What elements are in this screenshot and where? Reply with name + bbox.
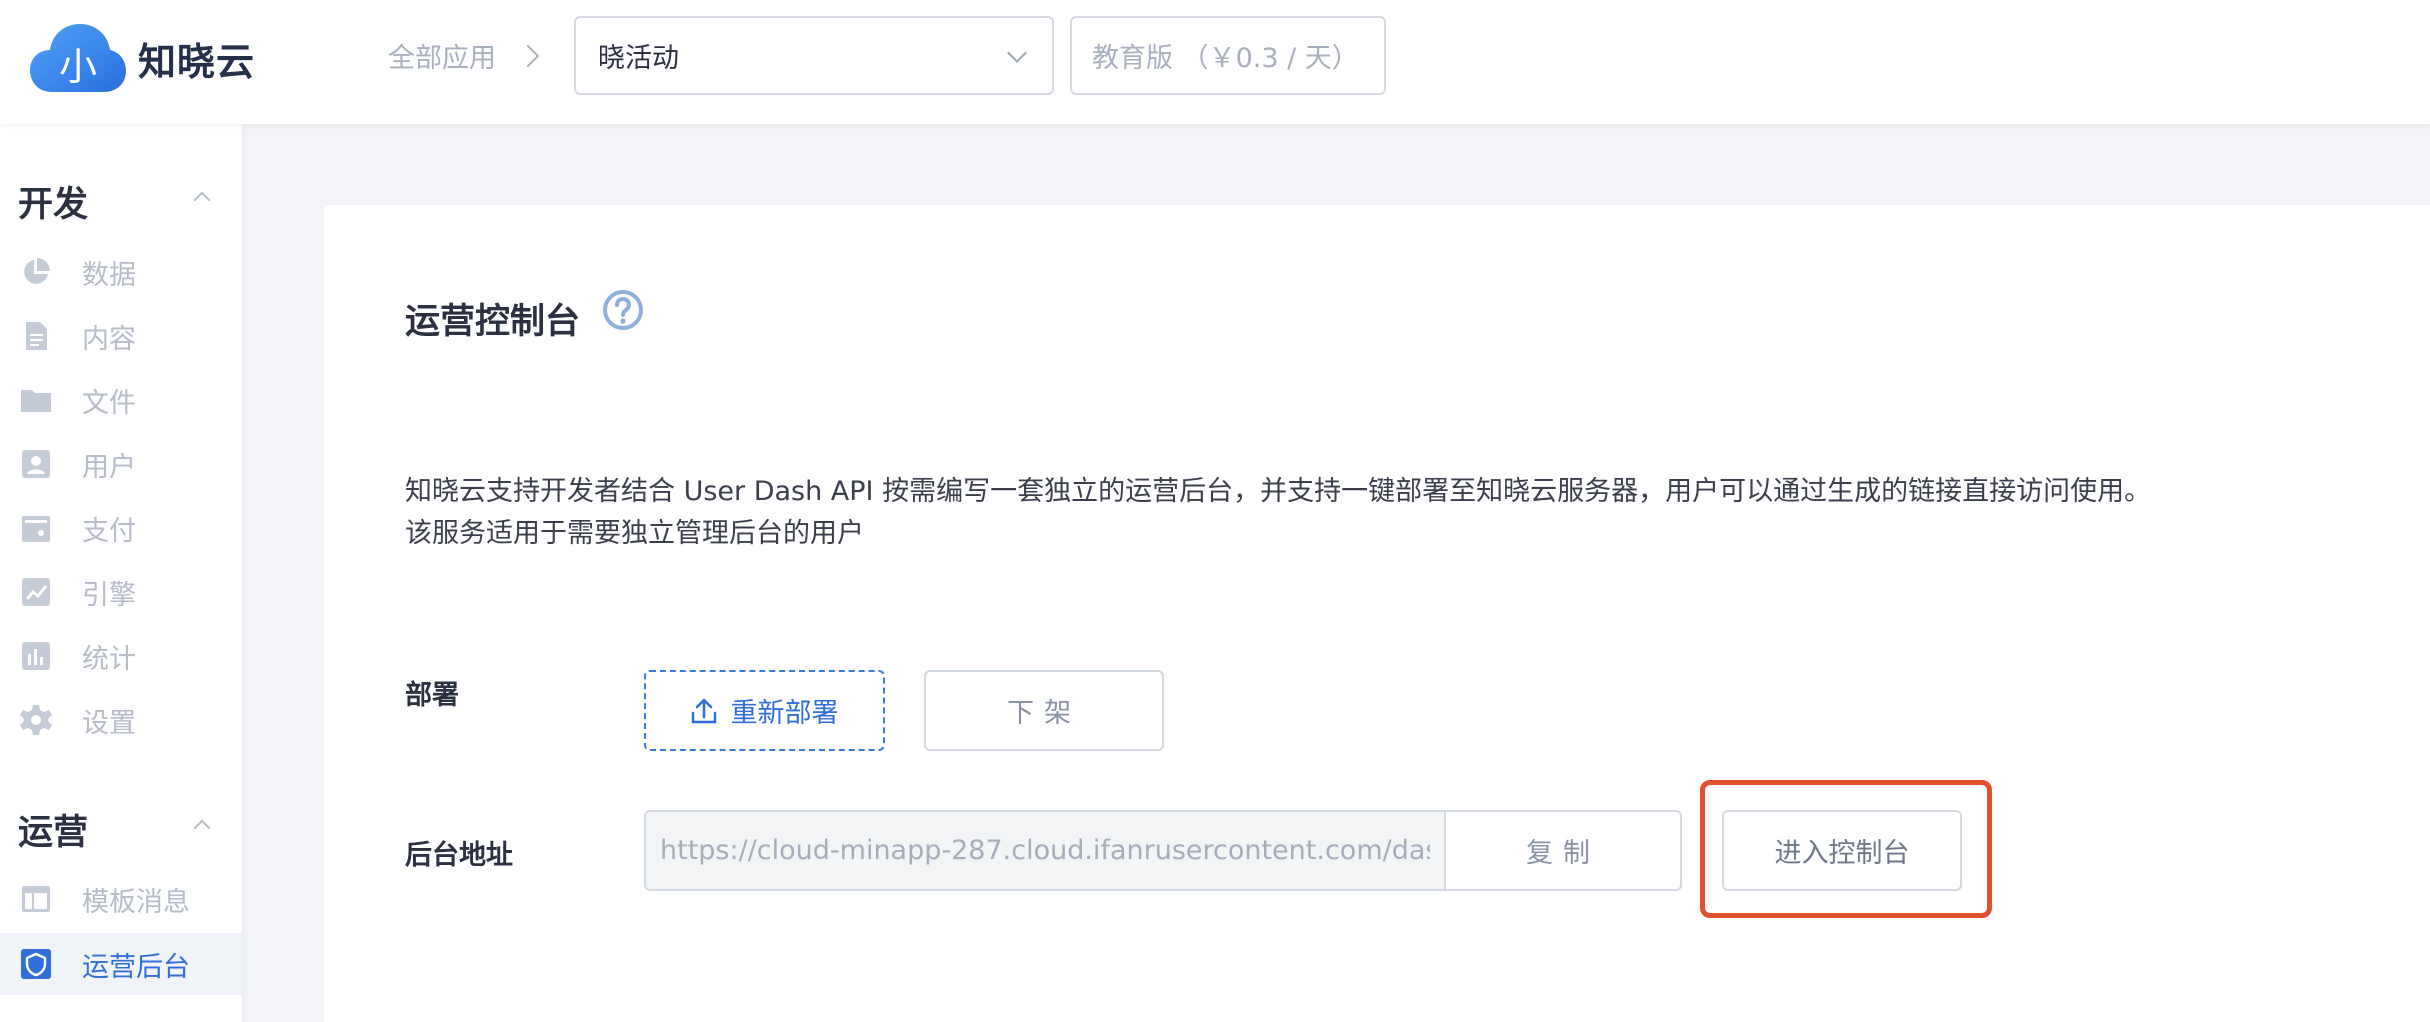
help-icon[interactable] [602,289,644,331]
sidebar-item-label: 用户 [82,451,136,483]
backend-url-group: 复制 [644,810,1682,891]
sidebar-item-engine[interactable]: 引擎 [0,561,242,623]
chevron-right-icon [516,44,540,67]
sidebar-item-label: 运营后台 [82,951,190,983]
chevron-up-icon [193,819,211,837]
copy-label: 复制 [1526,838,1600,869]
page-title: 运营控制台 [405,302,581,342]
template-icon [22,886,50,912]
user-card-icon [22,450,50,478]
sidebar-section-ops[interactable]: 运营 [18,804,211,855]
enter-console-label: 进入控制台 [1774,838,1910,869]
chevron-up-icon [193,191,211,209]
sidebar-item-label: 设置 [82,707,136,739]
app-select[interactable]: 晓活动 [574,16,1054,95]
folder-icon [21,390,51,412]
plan-text: 教育版 （￥0.3 / 天） [1092,43,1359,74]
document-icon [26,322,47,350]
sidebar-item-label: 支付 [82,515,136,547]
sidebar-item-ops-backend[interactable]: 运营后台 [0,933,242,995]
sidebar-item-label: 数据 [82,259,136,291]
sidebar-item-settings[interactable]: 设置 [0,689,242,751]
upload-icon [691,698,716,723]
sidebar-section-dev[interactable]: 开发 [18,176,211,227]
gear-icon [20,705,52,735]
offline-button[interactable]: 下架 [924,670,1164,751]
sidebar: 开发 数据 内容 文件 用户 支付 引擎 统计 设置 运营 模板消息 运营后台 [0,124,242,1022]
breadcrumb: 全部应用 [388,36,540,75]
sidebar-item-label: 文件 [82,387,136,419]
sidebar-item-users[interactable]: 用户 [0,433,242,495]
enter-console-button[interactable]: 进入控制台 [1722,810,1962,891]
sidebar-section-title: 开发 [18,185,89,225]
plan-badge: 教育版 （￥0.3 / 天） [1070,16,1386,95]
app-select-value: 晓活动 [598,43,679,74]
sidebar-item-label: 内容 [82,323,136,355]
sidebar-section-title: 运营 [18,813,89,853]
trend-chart-icon [22,578,50,606]
description-line-2: 该服务适用于需要独立管理后台的用户 [405,518,864,549]
breadcrumb-root[interactable]: 全部应用 [388,36,496,75]
deploy-label: 部署 [405,680,459,711]
sidebar-item-files[interactable]: 文件 [0,369,242,431]
sidebar-item-template-messages[interactable]: 模板消息 [0,868,242,930]
redeploy-button[interactable]: 重新部署 [644,670,885,751]
sidebar-item-data[interactable]: 数据 [0,241,242,303]
pie-chart-icon [24,258,50,284]
sidebar-item-label: 模板消息 [82,886,190,918]
bar-chart-icon [22,642,50,670]
copy-button[interactable]: 复制 [1446,812,1680,889]
top-bar: 小 知晓云 全部应用 晓活动 教育版 （￥0.3 / 天） [0,0,2430,124]
sidebar-item-label: 统计 [82,643,136,675]
brand-name: 知晓云 [138,39,256,84]
description-line-1: 知晓云支持开发者结合 User Dash API 按需编写一套独立的运营后台，并… [405,476,2152,507]
sidebar-item-payment[interactable]: 支付 [0,497,242,559]
logo-glyph: 小 [59,45,97,89]
sidebar-item-content[interactable]: 内容 [0,305,242,367]
brand-logo[interactable]: 小 知晓云 [30,22,255,94]
wallet-icon [22,516,50,542]
sidebar-item-stats[interactable]: 统计 [0,625,242,687]
backend-url-input[interactable] [646,812,1446,889]
chevron-down-icon [1007,43,1027,63]
offline-label: 下架 [1007,698,1081,729]
redeploy-label: 重新部署 [730,698,839,729]
sidebar-item-label: 引擎 [82,579,136,611]
ops-console-card: 运营控制台 知晓云支持开发者结合 User Dash API 按需编写一套独立的… [324,205,2430,1022]
cloud-logo-icon: 小 [30,24,126,92]
backend-url-label: 后台地址 [405,840,513,871]
shield-icon [21,949,51,979]
